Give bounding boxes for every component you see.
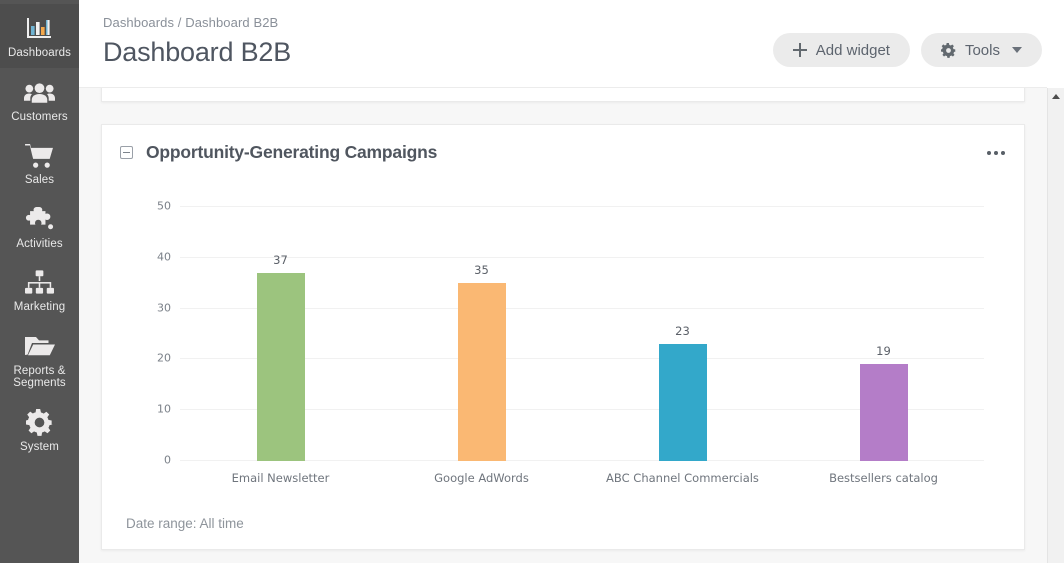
y-axis-tick-label: 10 <box>157 402 171 416</box>
sidebar-item-label: Sales <box>24 174 55 186</box>
add-widget-button[interactable]: Add widget <box>772 33 910 67</box>
vertical-scrollbar[interactable] <box>1047 88 1064 563</box>
bar-chart: 0 10 20 30 40 50 37 35 23 19 Email Newsletter Goo… <box>124 183 984 493</box>
tools-label: Tools <box>964 41 1000 59</box>
puzzle-piece-icon <box>2 205 77 235</box>
ellipsis-icon[interactable] <box>984 145 1008 161</box>
sidebar-item-activities[interactable]: Activities <box>0 195 79 259</box>
bar[interactable] <box>457 283 506 461</box>
sidebar-item-label: Dashboards <box>7 47 71 59</box>
date-range-label: Date range: All time <box>126 516 244 531</box>
bar[interactable] <box>658 344 707 461</box>
bar-column: 37 <box>180 207 381 461</box>
gear-icon <box>940 42 956 58</box>
sidebar-item-label: System <box>20 440 59 453</box>
main-content: Dashboards / Dashboard B2B Dashboard B2B… <box>79 0 1064 563</box>
triangle-up-icon[interactable] <box>1052 94 1060 99</box>
bar-chart-icon <box>2 14 77 44</box>
bar-column: 35 <box>381 207 582 461</box>
y-axis-tick-label: 30 <box>157 301 171 315</box>
x-axis-category-label: Email Newsletter <box>231 471 330 485</box>
bar-column: 23 <box>582 207 783 461</box>
bar-value-label: 35 <box>474 263 489 278</box>
chevron-down-icon <box>1012 47 1022 53</box>
widget-title: Opportunity-Generating Campaigns <box>146 142 438 162</box>
campaigns-widget: Opportunity-Generating Campaigns 0 10 20 30… <box>101 124 1025 550</box>
page-header: Dashboards / Dashboard B2B Dashboard B2B… <box>79 0 1064 88</box>
chart-bars: 37 35 23 19 <box>180 207 984 461</box>
sidebar-item-sales[interactable]: Sales <box>0 131 79 195</box>
bar-column: 19 <box>783 207 984 461</box>
sidebar-item-dashboards[interactable]: Dashboards <box>0 4 79 68</box>
x-axis-category-label: Google AdWords <box>434 471 529 485</box>
gear-icon <box>2 408 77 438</box>
collapse-minus-icon[interactable] <box>120 146 133 159</box>
widget-header: Opportunity-Generating Campaigns <box>102 125 1024 180</box>
plus-icon <box>792 43 807 57</box>
y-axis-tick-label: 50 <box>157 199 171 213</box>
tools-button[interactable]: Tools <box>920 33 1042 67</box>
sidebar-item-customers[interactable]: Customers <box>0 68 79 132</box>
main-sidebar: Dashboards Customers Sales Activities Market… <box>0 0 79 563</box>
sidebar-item-label: Marketing <box>13 301 66 313</box>
sidebar-item-system[interactable]: System <box>0 398 79 462</box>
bar-value-label: 19 <box>876 344 891 359</box>
sidebar-item-label: Activities <box>16 237 63 250</box>
shopping-cart-icon <box>2 141 77 171</box>
bar-value-label: 37 <box>273 253 288 268</box>
dashboard-scroll-body: Opportunity-Generating Campaigns 0 10 20 30… <box>79 88 1047 563</box>
x-axis-category-label: Bestsellers catalog <box>829 471 938 485</box>
scrollbar-top-filler <box>1047 0 1064 88</box>
previous-widget-partial <box>101 88 1025 102</box>
x-axis-category-label: ABC Channel Commercials <box>606 471 759 485</box>
chart-plot-area: 0 10 20 30 40 50 37 35 23 19 <box>157 200 984 467</box>
y-axis-tick-label: 40 <box>157 250 171 264</box>
header-actions: Add widget Tools <box>772 33 1042 67</box>
sidebar-item-label: Customers <box>11 110 68 123</box>
chart-x-axis-labels: Email Newsletter Google AdWords ABC Channe… <box>180 471 984 485</box>
sitemap-icon <box>2 268 77 298</box>
y-axis-tick-label: 20 <box>157 351 171 365</box>
bar-value-label: 23 <box>675 324 690 339</box>
sidebar-item-label: Reports & Segments <box>13 364 66 390</box>
sidebar-item-reports-segments[interactable]: Reports & Segments <box>0 322 79 398</box>
bar[interactable] <box>256 273 305 461</box>
add-widget-label: Add widget <box>815 41 890 59</box>
users-icon <box>2 78 77 108</box>
y-axis-tick-label: 0 <box>164 453 171 467</box>
app-root: Dashboards Customers Sales Activities Market… <box>0 0 1064 563</box>
sidebar-item-marketing[interactable]: Marketing <box>0 258 79 322</box>
breadcrumb[interactable]: Dashboards / Dashboard B2B <box>103 10 1042 30</box>
bar[interactable] <box>859 364 908 461</box>
folder-icon <box>2 332 77 362</box>
